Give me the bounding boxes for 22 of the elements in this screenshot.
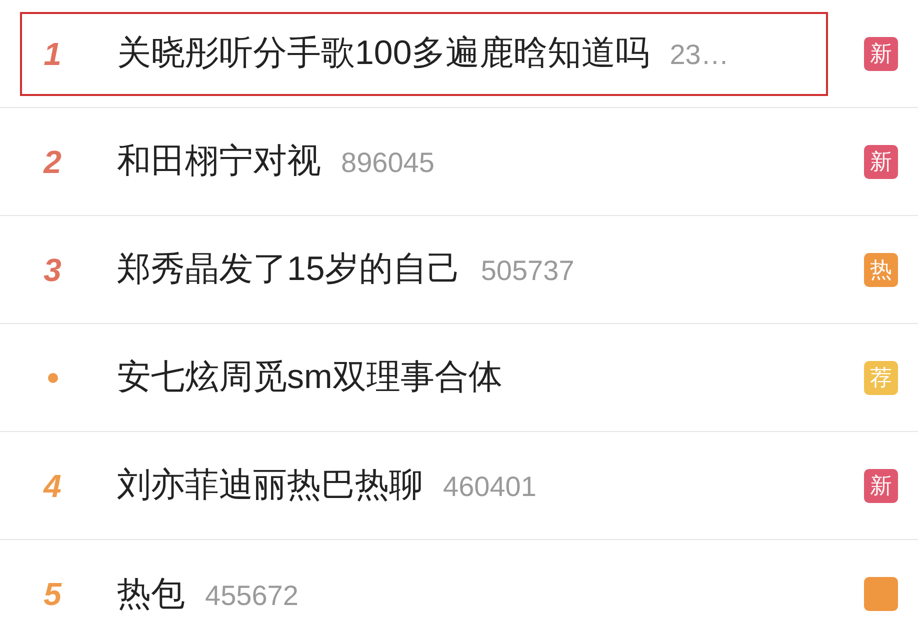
- topic-title[interactable]: 刘亦菲迪丽热巴热聊: [117, 460, 423, 511]
- rank-number: 3: [44, 250, 62, 290]
- rank-number: 2: [44, 142, 62, 182]
- heat-count: 896045: [341, 146, 434, 180]
- heat-count: 505737: [480, 254, 574, 288]
- rank-number: 5: [44, 575, 62, 614]
- rank-number: 1: [44, 34, 62, 74]
- heat-count: 460401: [443, 470, 536, 504]
- topic-badge: [864, 577, 898, 611]
- topic-badge: 新: [864, 468, 898, 502]
- heat-count: 23…: [670, 38, 729, 72]
- heat-count: 455672: [205, 578, 298, 612]
- topic-badge: 新: [864, 144, 898, 178]
- topic-title[interactable]: 关晓彤听分手歌100多遍鹿晗知道吗: [117, 28, 650, 79]
- topic-badge: 荐: [864, 360, 898, 394]
- topic-badge: 热: [864, 252, 898, 286]
- topic-title[interactable]: 郑秀晶发了15岁的自己: [117, 244, 461, 295]
- rank-number: 4: [44, 466, 62, 506]
- topic-title[interactable]: 热包: [117, 568, 185, 620]
- topic-badge: 新: [864, 36, 898, 70]
- topic-title[interactable]: 和田栩宁对视: [117, 136, 321, 187]
- topic-title[interactable]: 安七炫周觅sm双理事合体: [117, 352, 502, 403]
